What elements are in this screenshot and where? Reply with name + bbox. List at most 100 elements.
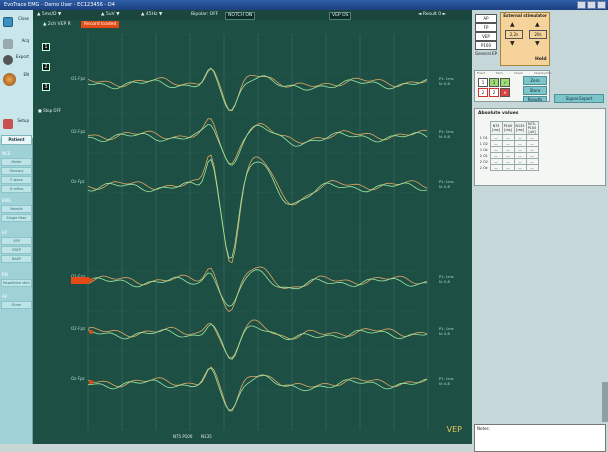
signal-export-button[interactable]: Signal Export xyxy=(554,94,604,103)
trace-area[interactable]: ▲ 5ms/D ▼ ▲ 5uV ▼ ▲ 45Hz ▼ Bipolar: OFF … xyxy=(33,10,472,444)
stim-cell-1[interactable]: 1 xyxy=(478,78,488,87)
close-panel-button[interactable]: Close xyxy=(2,16,31,30)
mode-ap-button[interactable]: AP xyxy=(475,14,497,23)
channel-right-label: P1: 1ms xyxy=(439,180,454,184)
acq-button[interactable]: Acq xyxy=(2,38,31,52)
tools-icon xyxy=(3,39,13,49)
person-icon xyxy=(3,55,13,65)
language-button[interactable]: EN xyxy=(2,72,31,94)
channel-right-label: P1: 1ms xyxy=(439,327,454,331)
section-emg: EMG xyxy=(2,198,12,203)
waveform-trace xyxy=(87,154,428,264)
export-button[interactable]: Export xyxy=(2,54,31,68)
channel-right-label: N: 0.8 xyxy=(439,135,450,139)
sidebar-item-needle[interactable]: Needle xyxy=(1,205,32,213)
setup-icon xyxy=(3,119,13,129)
waveform-trace xyxy=(87,367,428,411)
stim-cross-2[interactable]: ✕ xyxy=(500,88,510,97)
channel-right-label: N: 0.8 xyxy=(439,382,450,386)
channel-right-label: N: 0.8 xyxy=(439,185,450,189)
channel-label: O2-Fpz xyxy=(71,129,85,134)
sidebar-item-ssep[interactable]: SSEP xyxy=(1,246,32,254)
channel-right-label: N: 0.8 xyxy=(439,82,450,86)
channel-label: O1-Fpz xyxy=(71,76,85,81)
stim-duration-value: 20s xyxy=(529,30,547,39)
channel-marker[interactable] xyxy=(89,330,93,334)
channel-right-label: P1: 1ms xyxy=(439,130,454,134)
mode-fp-button[interactable]: FP xyxy=(475,23,497,32)
waveform-trace xyxy=(87,123,428,166)
sidebar-item-fwave[interactable]: F-wave xyxy=(1,176,32,184)
waveform-trace xyxy=(87,366,428,412)
selected-channel-marker[interactable] xyxy=(71,277,89,284)
channel-label: Oz-Fpz xyxy=(71,179,85,184)
stim-down-left-button[interactable]: ▼ xyxy=(510,40,515,47)
sidebar-item-motor[interactable]: Motor xyxy=(1,158,32,166)
sidebar-toolbar: Close Acq Export EN Setup xyxy=(0,10,33,138)
patient-button[interactable]: Patient xyxy=(1,135,32,145)
right-panel: AP FP VEP P100 General EP External stimu… xyxy=(472,10,608,452)
minimize-button[interactable] xyxy=(577,1,586,9)
hold-button[interactable]: Hold xyxy=(535,57,547,62)
globe-icon xyxy=(3,73,16,86)
section-ncs: NCS xyxy=(2,151,11,156)
latency-marker-label: N75 P100 xyxy=(173,434,193,439)
section-ep: EP xyxy=(2,230,7,235)
waveform-trace xyxy=(87,67,428,112)
absolute-values-table: N75 [ms] P100 [ms] N135 [ms] N75-P100 [u… xyxy=(478,121,539,171)
section-rn: RN xyxy=(2,272,8,277)
notes-label: Notes: xyxy=(477,426,490,431)
sidebar-item-repetitive[interactable]: Repetitive stim xyxy=(1,279,32,287)
results-button[interactable]: Results xyxy=(523,96,547,102)
stim-cell-2-b[interactable]: 2 xyxy=(489,88,499,97)
channel-marker[interactable] xyxy=(89,380,93,384)
stim-cell-2[interactable]: 2 xyxy=(478,88,488,97)
stim-interval-value: 2,2s xyxy=(505,30,523,39)
sidebar: Close Acq Export EN Setup Patient NCS Mo… xyxy=(0,10,33,444)
stim-check-1[interactable]: ✓ xyxy=(500,78,510,87)
store-button[interactable]: Store xyxy=(523,86,547,95)
notes-field[interactable]: Notes: xyxy=(474,424,606,452)
stim-up-right-button[interactable]: ▲ xyxy=(535,21,540,28)
mode-p100-button[interactable]: P100 xyxy=(475,41,497,50)
channel-marker[interactable] xyxy=(89,278,93,282)
waveform-trace xyxy=(87,67,428,111)
abs-header: N135 [ms] xyxy=(513,121,527,135)
abs-header: P100 [ms] xyxy=(501,121,515,135)
setup-button[interactable]: Setup xyxy=(2,118,31,132)
screen-icon xyxy=(3,17,13,27)
general-ep-label: General EP xyxy=(475,51,497,56)
right-scrollbar[interactable] xyxy=(602,382,608,422)
channel-right-label: N: 0.8 xyxy=(439,332,450,336)
channel-label: O2-Fpz xyxy=(71,326,85,331)
stim-cell-1-green[interactable]: 1 xyxy=(489,78,499,87)
maximize-button[interactable] xyxy=(587,1,596,9)
close-button[interactable] xyxy=(597,1,606,9)
waveform-trace xyxy=(87,269,428,307)
stim-up-left-button[interactable]: ▲ xyxy=(510,21,515,28)
stim-panel: Fixed Stim Check Display/Dis 1 1 ✓ 2 2 ✕ Ze… xyxy=(474,70,551,102)
sidebar-item-vep[interactable]: VEP xyxy=(1,237,32,245)
waveform-trace xyxy=(87,323,428,360)
channel-label: Oz-Fpz xyxy=(71,376,85,381)
stim-panel-headers: Fixed Stim Check Display/Dis xyxy=(477,71,551,75)
sidebar-item-single-fiber[interactable]: Single fiber xyxy=(1,214,32,222)
stim-down-right-button[interactable]: ▼ xyxy=(535,40,540,47)
section-ap: AP xyxy=(2,294,8,299)
sidebar-item-hreflex[interactable]: H-reflex xyxy=(1,185,32,193)
channel-right-label: N: 0.8 xyxy=(439,280,450,284)
absolute-values-title: Absolute values xyxy=(478,111,519,116)
ext-stim-title: External stimulator xyxy=(503,13,547,18)
abs-header: N75-P100 [uV] xyxy=(525,121,539,135)
waveform-plot: O1-Fpz P1: 1msN: 0.8O2-Fpz P1: 1msN: 0.8Oz… xyxy=(71,33,454,439)
channel-right-label: P1: 1ms xyxy=(439,77,454,81)
sidebar-item-sensory[interactable]: Sensory xyxy=(1,167,32,175)
table-row: 2 Oz — — — — xyxy=(478,164,539,171)
sidebar-item-other[interactable]: Other xyxy=(1,301,32,309)
window-titlebar: EvoTrace EMG - Demo User - EC123456 - D4 xyxy=(0,0,608,10)
sidebar-item-baep[interactable]: BAEP xyxy=(1,255,32,263)
mode-vep-button[interactable]: VEP xyxy=(475,32,497,41)
zero-button[interactable]: Zero xyxy=(523,76,547,85)
waveform-trace xyxy=(87,266,428,313)
waveform-trace xyxy=(87,158,428,259)
